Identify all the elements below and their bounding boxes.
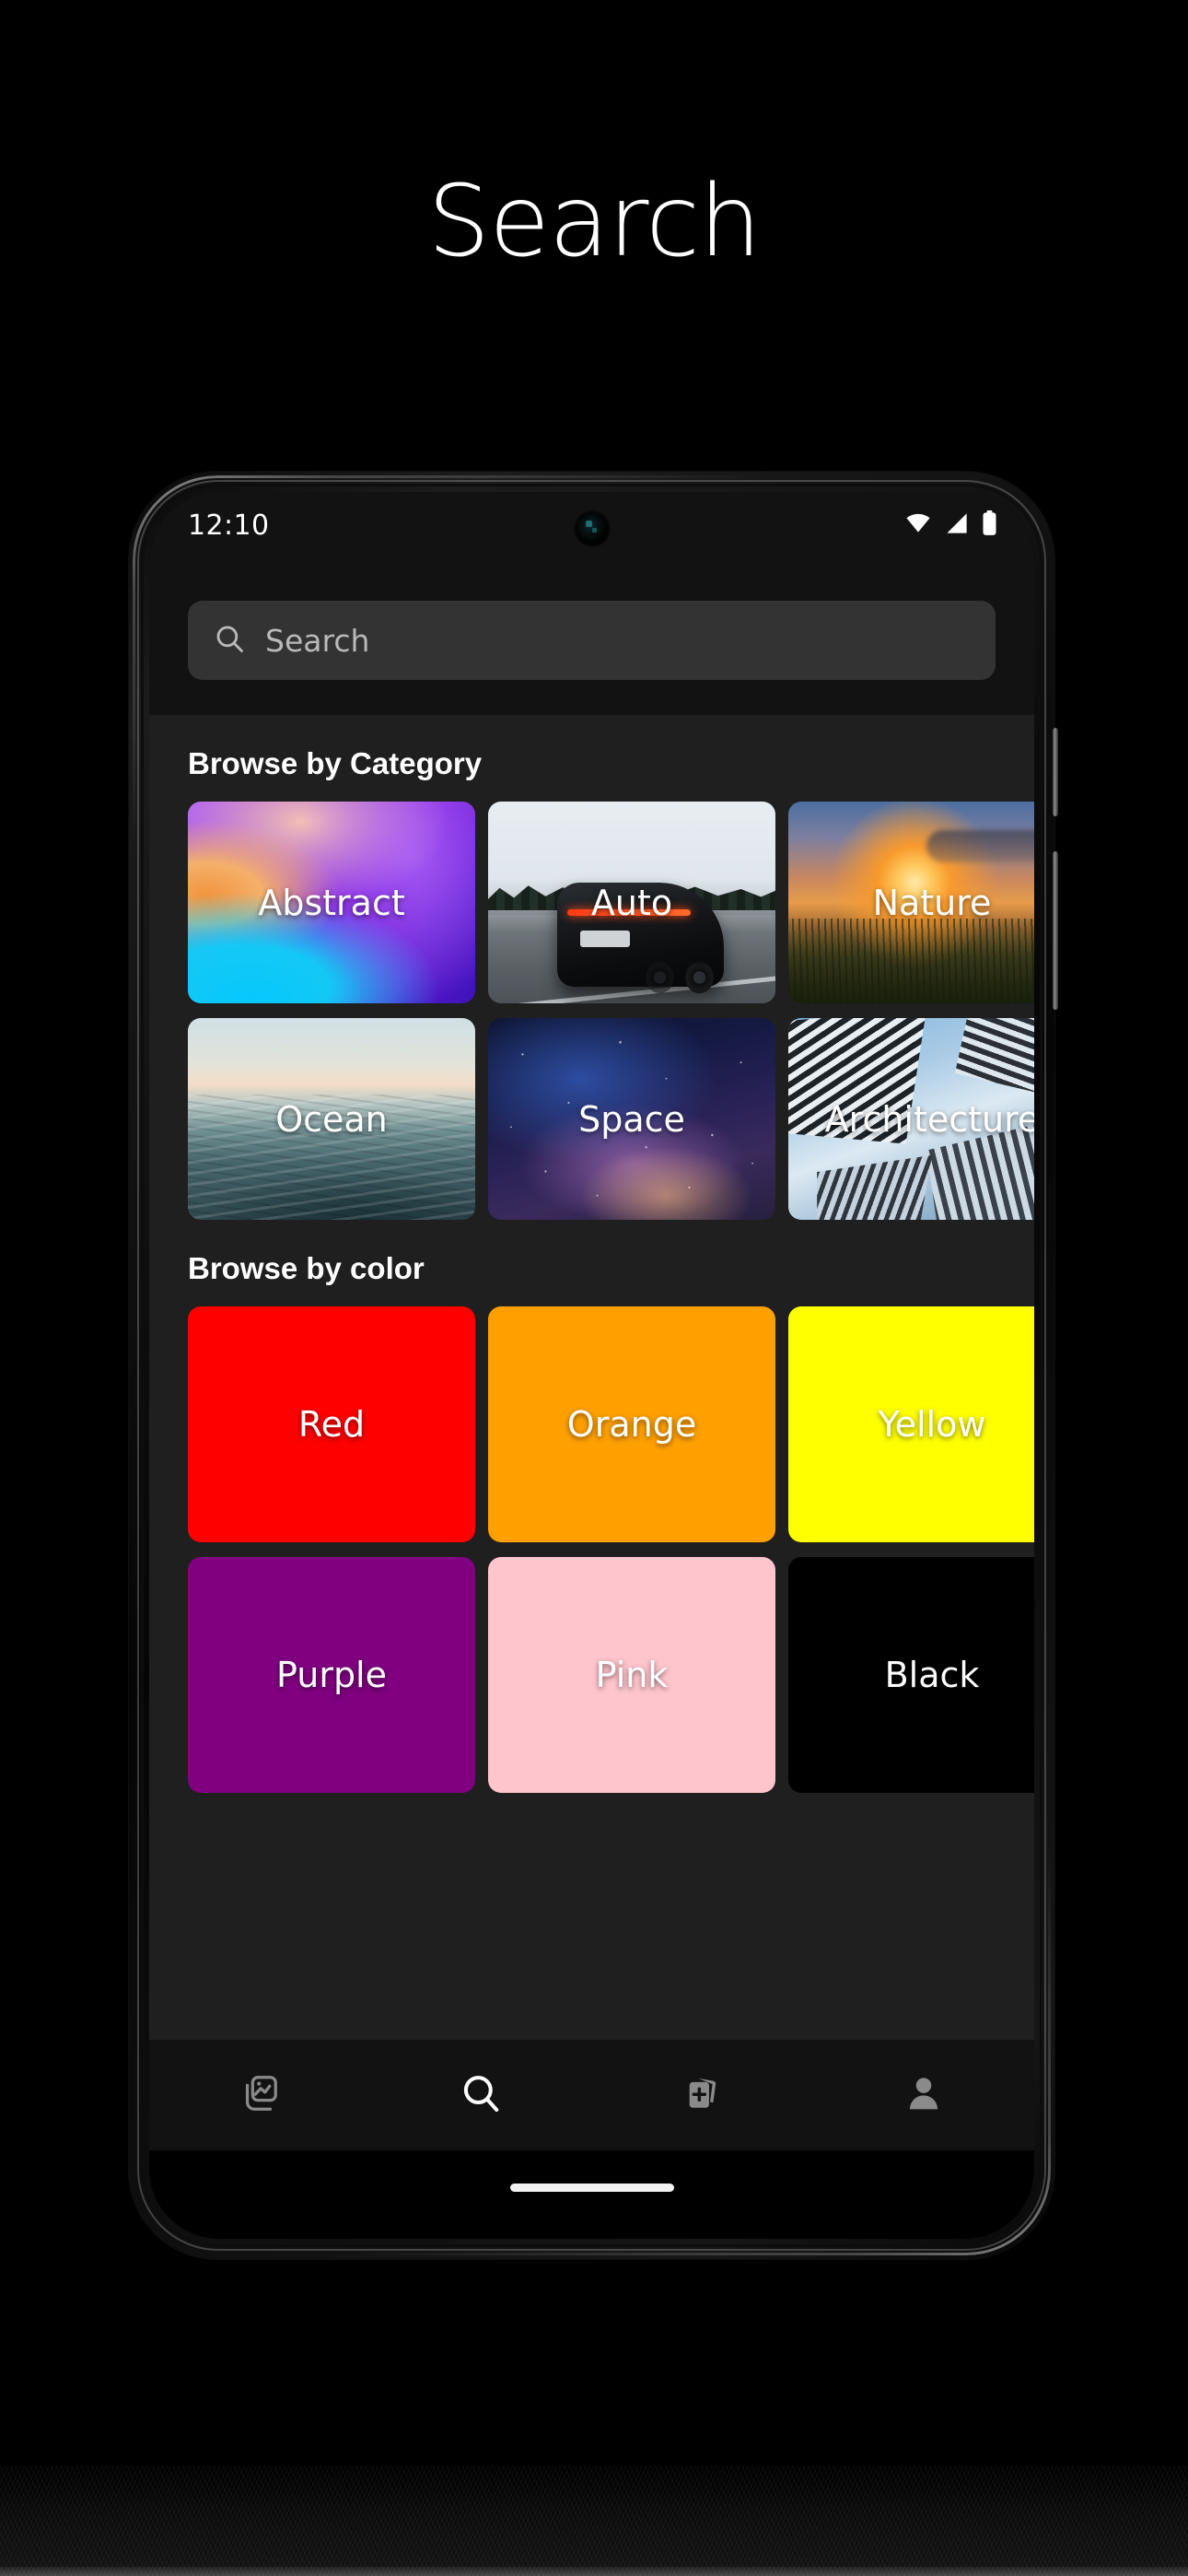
floor-surface — [0, 2465, 1188, 2576]
color-tile-row-1: Red Orange Yellow — [149, 1306, 1034, 1542]
color-tile-label: Black — [884, 1655, 980, 1695]
volume-button[interactable] — [1053, 851, 1058, 1010]
category-tile-label: Space — [578, 1098, 685, 1140]
profile-person-icon — [903, 2073, 944, 2118]
power-button[interactable] — [1053, 728, 1058, 816]
nav-item-search[interactable] — [370, 2040, 591, 2150]
section-title-color: Browse by color — [188, 1251, 425, 1285]
search-icon — [214, 623, 245, 659]
photos-gallery-icon — [239, 2072, 281, 2119]
color-tile-purple[interactable]: Purple — [188, 1557, 475, 1793]
front-camera-punch-hole — [575, 512, 609, 545]
status-bar-time: 12:10 — [188, 509, 270, 542]
app-content: Search Browse by Category Abstract Auto … — [149, 558, 1034, 2239]
color-tile-label: Purple — [275, 1655, 387, 1695]
category-tile-label: Ocean — [275, 1098, 388, 1140]
add-collection-icon — [682, 2073, 723, 2118]
color-tile-label: Red — [297, 1404, 366, 1445]
page-title: Search — [427, 165, 762, 279]
cellular-signal-icon — [945, 512, 969, 539]
category-tile-ocean[interactable]: Ocean — [188, 1018, 475, 1220]
category-tile-abstract[interactable]: Abstract — [188, 802, 475, 1003]
browse-content: Browse by Category Abstract Auto Nature … — [149, 715, 1034, 2137]
category-tile-nature[interactable]: Nature — [788, 802, 1034, 1003]
category-tile-row-2: Ocean Space Architecture — [149, 1018, 1034, 1220]
color-tile-label: Orange — [566, 1404, 697, 1445]
phone-device-mockup: 12:10 Search Browse by Category Abstract… — [129, 472, 1058, 2259]
category-tile-architecture[interactable]: Architecture — [788, 1018, 1034, 1220]
category-tile-row-1: Abstract Auto Nature — [149, 802, 1034, 1003]
color-tile-yellow[interactable]: Yellow — [788, 1306, 1034, 1542]
battery-icon — [982, 509, 997, 541]
nav-item-collections[interactable] — [592, 2040, 813, 2150]
category-tile-label: Auto — [590, 882, 673, 923]
search-bar-container: Search — [149, 558, 1034, 715]
gesture-navigation-zone — [149, 2150, 1034, 2239]
color-tile-red[interactable]: Red — [188, 1306, 475, 1542]
color-tile-pink[interactable]: Pink — [488, 1557, 775, 1793]
category-tile-space[interactable]: Space — [488, 1018, 775, 1220]
color-tile-black[interactable]: Black — [788, 1557, 1034, 1793]
search-icon — [460, 2072, 502, 2119]
nav-item-photos[interactable] — [149, 2040, 370, 2150]
home-gesture-indicator[interactable] — [509, 2183, 674, 2192]
section-title-category: Browse by Category — [188, 746, 483, 780]
bottom-navigation-bar — [149, 2040, 1034, 2150]
status-bar-icons — [904, 509, 997, 541]
category-tile-label: Abstract — [258, 882, 405, 923]
color-tile-label: Pink — [595, 1655, 669, 1695]
color-tile-label: Yellow — [878, 1404, 986, 1445]
wifi-icon — [904, 512, 932, 539]
category-tile-auto[interactable]: Auto — [488, 802, 775, 1003]
color-tile-orange[interactable]: Orange — [488, 1306, 775, 1542]
nav-item-profile[interactable] — [813, 2040, 1034, 2150]
color-tile-row-2: Purple Pink Black — [149, 1557, 1034, 1793]
search-input[interactable]: Search — [188, 601, 996, 680]
phone-screen: 12:10 Search Browse by Category Abstract… — [149, 492, 1034, 2239]
search-placeholder-text: Search — [265, 622, 370, 659]
category-tile-label: Architecture — [824, 1098, 1034, 1140]
category-tile-label: Nature — [872, 882, 992, 923]
